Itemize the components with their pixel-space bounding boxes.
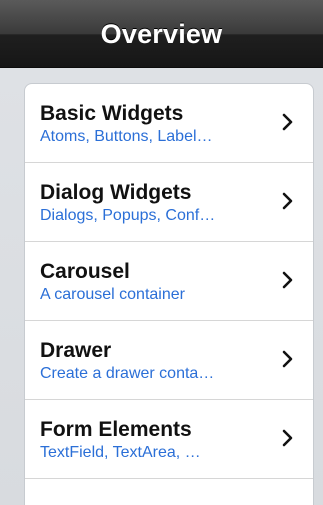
list-item-subtitle: TextField, TextArea, … xyxy=(40,444,201,461)
overview-list: Basic Widgets Atoms, Buttons, Label… Dia… xyxy=(24,83,314,505)
list-item-subtitle: Create a drawer conta… xyxy=(40,365,215,382)
list-item-title: Dialog Widgets xyxy=(40,181,192,204)
list-item-form-elements[interactable]: Form Elements TextField, TextArea, … xyxy=(25,400,313,479)
chevron-right-icon xyxy=(282,429,293,447)
page-title: Overview xyxy=(100,18,223,49)
list-item-carousel[interactable]: Carousel A carousel container xyxy=(25,242,313,321)
chevron-right-icon xyxy=(282,271,293,289)
chevron-right-icon xyxy=(282,113,293,131)
list-item-basic-widgets[interactable]: Basic Widgets Atoms, Buttons, Label… xyxy=(25,84,313,163)
chevron-right-icon xyxy=(282,350,293,368)
chevron-right-icon xyxy=(282,192,293,210)
list-item-subtitle: A carousel container xyxy=(40,286,185,303)
app-screen: Overview Basic Widgets Atoms, Buttons, L… xyxy=(0,0,323,505)
list-item-subtitle: Dialogs, Popups, Conf… xyxy=(40,207,216,224)
list-item-title: Carousel xyxy=(40,260,130,283)
list-item-subtitle: Atoms, Buttons, Label… xyxy=(40,128,213,145)
list-item-title: Form Elements xyxy=(40,418,192,441)
list-item-drawer[interactable]: Drawer Create a drawer conta… xyxy=(25,321,313,400)
list-item-title: Basic Widgets xyxy=(40,102,184,125)
title-bar: Overview xyxy=(0,0,323,68)
list-item-title: Drawer xyxy=(40,339,112,362)
list-item-dialog-widgets[interactable]: Dialog Widgets Dialogs, Popups, Conf… xyxy=(25,163,313,242)
